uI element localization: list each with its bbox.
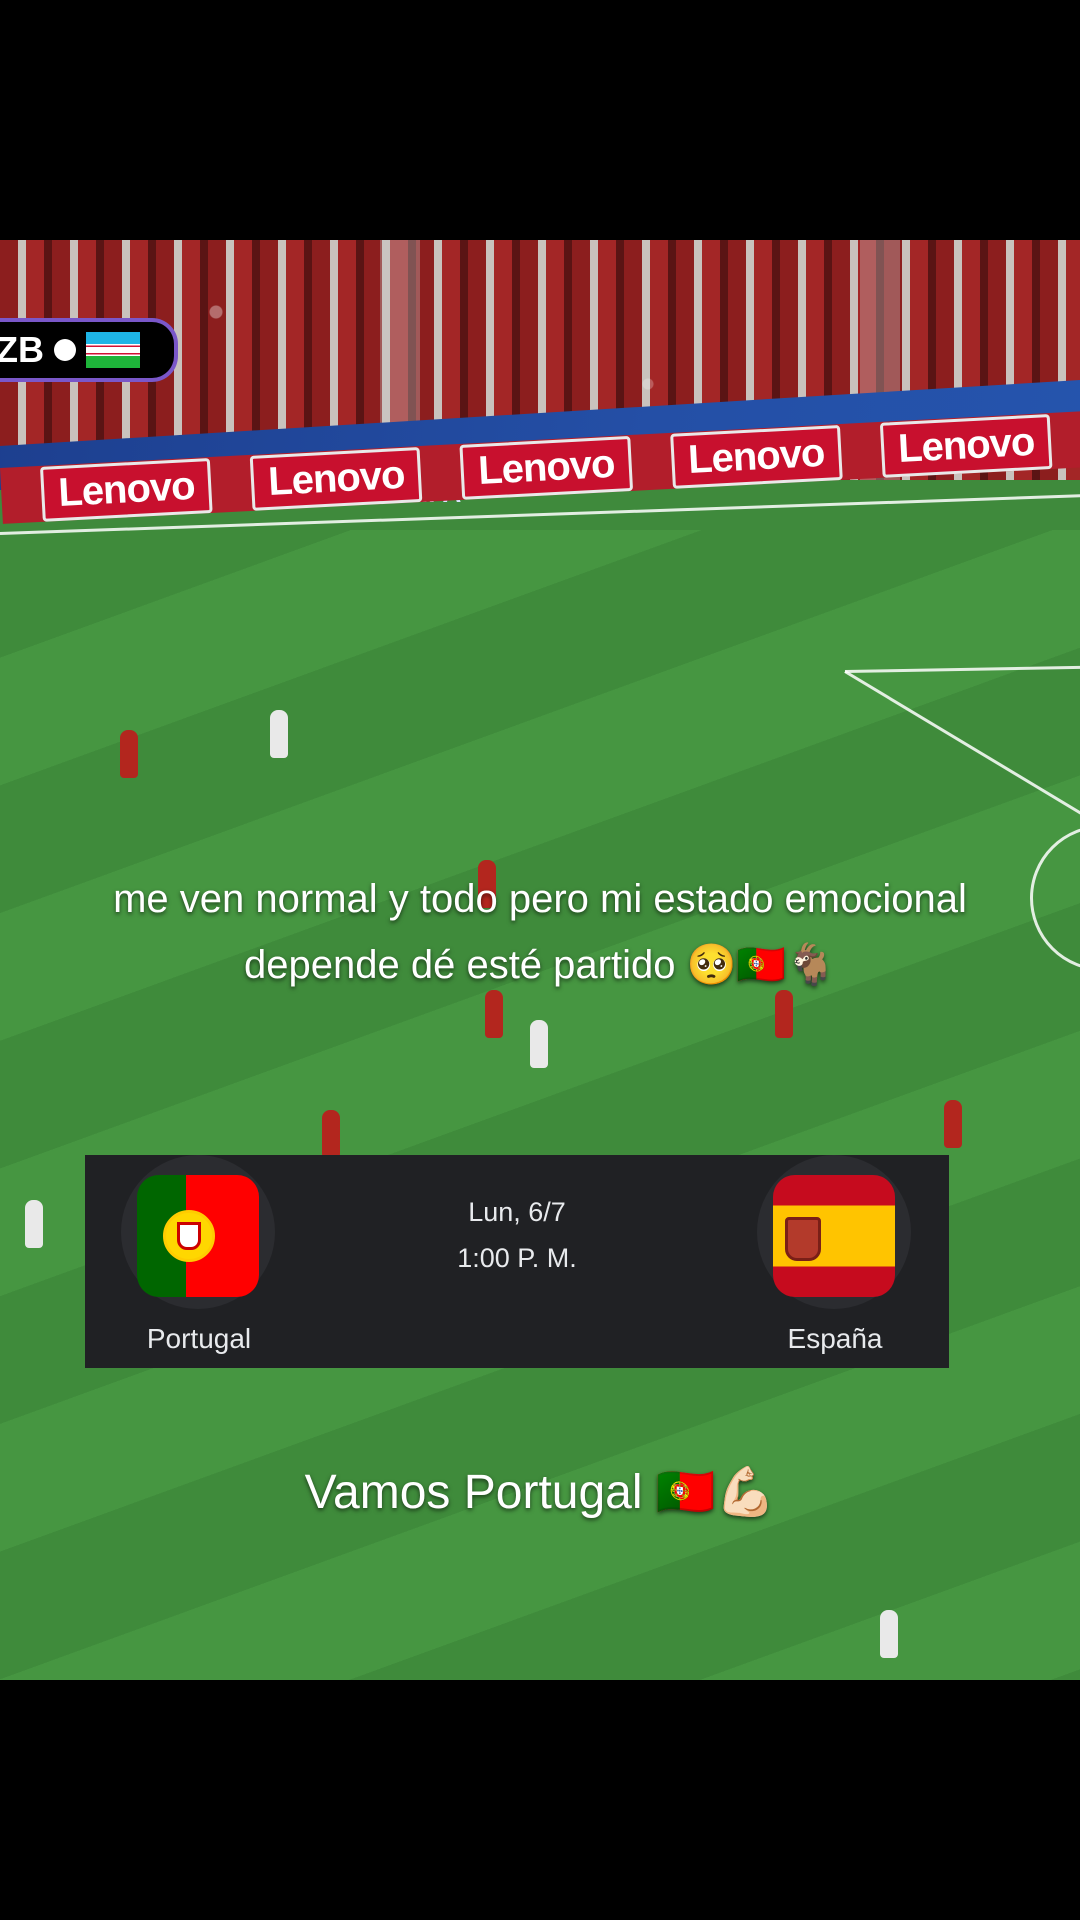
box-line <box>844 670 1080 823</box>
match-time: 1:00 P. M. <box>457 1243 577 1273</box>
caption-top-line1: me ven normal y todo pero mi estado emoc… <box>113 877 967 921</box>
match-date: Lun, 6/7 <box>468 1197 566 1227</box>
player-red <box>120 730 138 778</box>
uzbekistan-flag-icon <box>86 332 140 368</box>
match-card[interactable]: Lun, 6/7 1:00 P. M. Portugal España <box>85 1155 949 1368</box>
portugal-flag-icon <box>137 1175 259 1297</box>
caption-top-line2: depende dé esté partido 🥺🇵🇹🐐 <box>244 943 836 987</box>
caption-top: me ven normal y todo pero mi estado emoc… <box>0 866 1080 998</box>
broadcast-score-badge: ZB <box>0 318 178 382</box>
player-white <box>530 1020 548 1068</box>
ad-board: Lenovo <box>249 446 423 511</box>
player-white <box>880 1610 898 1658</box>
away-team-name: España <box>787 1323 883 1354</box>
score-dot-icon <box>54 339 76 361</box>
ad-board: Lenovo <box>669 424 843 489</box>
player-red <box>322 1110 340 1158</box>
player-white <box>25 1200 43 1248</box>
home-team-name: Portugal <box>146 1323 252 1354</box>
player-white <box>270 710 288 758</box>
score-badge-text: ZB <box>0 329 44 370</box>
ad-board: Lenovo <box>879 413 1053 478</box>
spain-flag-icon <box>773 1175 895 1297</box>
ad-board: Lenovo <box>39 457 213 522</box>
box-line <box>844 665 1080 673</box>
ad-board: Lenovo <box>459 435 633 500</box>
player-red <box>944 1100 962 1148</box>
caption-bottom: Vamos Portugal 🇵🇹💪🏻 <box>304 1466 776 1519</box>
